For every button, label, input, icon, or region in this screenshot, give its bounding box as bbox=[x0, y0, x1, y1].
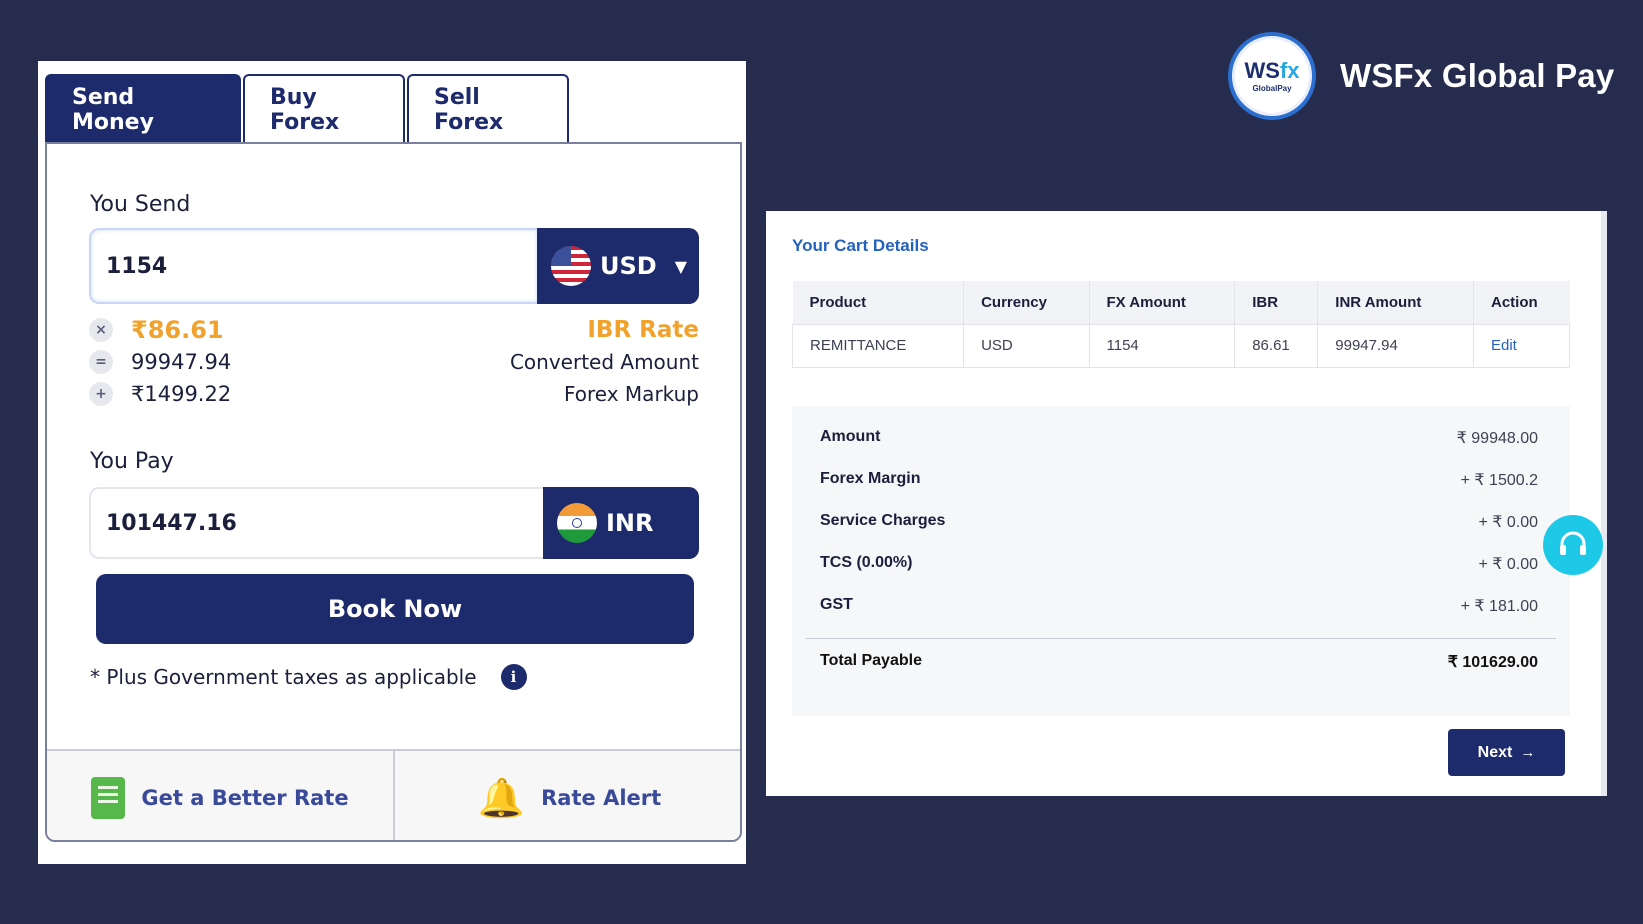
table-row: REMITTANCE USD 1154 86.61 99947.94 Edit bbox=[791, 323, 1571, 368]
logo-main-text: WS bbox=[1244, 57, 1280, 83]
converted-amount-row: = 99947.94 Converted Amount bbox=[89, 350, 699, 374]
column-header: IBR bbox=[1234, 281, 1318, 324]
headset-icon bbox=[1560, 531, 1586, 555]
rate-alert-button[interactable]: 🔔 Rate Alert bbox=[395, 751, 740, 840]
send-money-panel: You Send 1154 USD ▼ × ₹86.61 IBR Rate = … bbox=[45, 142, 742, 842]
summary-value: + ₹ 0.00 bbox=[1478, 514, 1538, 531]
summary-label: TCS (0.00%) bbox=[820, 554, 913, 571]
forex-markup-value: ₹1499.22 bbox=[131, 382, 232, 406]
pay-currency-display: INR bbox=[543, 487, 699, 559]
summary-row-total: Total Payable ₹ 101629.00 bbox=[820, 652, 1538, 672]
cell-fx-amount: 1154 bbox=[1088, 323, 1236, 368]
total-payable-value: ₹ 101629.00 bbox=[1447, 654, 1538, 671]
tab-send-money[interactable]: Send Money bbox=[45, 74, 241, 144]
india-flag-icon bbox=[557, 503, 597, 543]
tab-sell-forex[interactable]: Sell Forex bbox=[407, 74, 569, 144]
next-button[interactable]: Next → bbox=[1448, 729, 1565, 776]
converted-amount-value: 99947.94 bbox=[131, 350, 232, 374]
forex-widget: Send Money Buy Forex Sell Forex You Send… bbox=[38, 61, 746, 864]
cart-title: Your Cart Details bbox=[792, 236, 929, 255]
summary-value: + ₹ 0.00 bbox=[1478, 556, 1538, 573]
summary-row-tcs: TCS (0.00%) + ₹ 0.00 bbox=[820, 554, 1538, 574]
forex-markup-row: + ₹1499.22 Forex Markup bbox=[89, 382, 699, 406]
receipt-icon bbox=[91, 776, 126, 819]
ibr-rate-label: IBR Rate bbox=[587, 317, 699, 343]
summary-row-forex-margin: Forex Margin + ₹ 1500.2 bbox=[820, 470, 1538, 490]
book-now-button[interactable]: Book Now bbox=[96, 574, 694, 644]
cart-summary: Amount ₹ 99948.00 Forex Margin + ₹ 1500.… bbox=[792, 406, 1570, 716]
logo-sub-text: GlobalPay bbox=[1252, 83, 1292, 93]
equals-icon: = bbox=[89, 350, 113, 374]
chevron-down-icon: ▼ bbox=[674, 256, 688, 276]
summary-value: ₹ 99948.00 bbox=[1456, 430, 1538, 447]
ibr-rate-row: × ₹86.61 IBR Rate bbox=[89, 316, 699, 344]
pay-amount-input[interactable]: 101447.16 bbox=[89, 487, 543, 559]
summary-label: Forex Margin bbox=[820, 470, 921, 487]
column-header: FX Amount bbox=[1088, 281, 1235, 324]
pay-amount-row: 101447.16 INR bbox=[89, 487, 699, 559]
rate-alert-label: Rate Alert bbox=[541, 785, 662, 810]
summary-label: Amount bbox=[820, 428, 881, 445]
arrow-right-icon: → bbox=[1520, 744, 1536, 761]
column-header: INR Amount bbox=[1317, 281, 1474, 324]
plus-icon: + bbox=[89, 382, 113, 406]
cart-table: Product Currency FX Amount IBR INR Amoun… bbox=[791, 281, 1571, 368]
cell-product: REMITTANCE bbox=[791, 323, 965, 368]
summary-value: + ₹ 1500.2 bbox=[1460, 472, 1538, 489]
support-chat-button[interactable] bbox=[1543, 515, 1603, 575]
summary-divider bbox=[806, 638, 1556, 639]
widget-bottom-bar: Get a Better Rate 🔔 Rate Alert bbox=[47, 749, 740, 840]
multiply-icon: × bbox=[89, 318, 113, 342]
total-payable-label: Total Payable bbox=[820, 652, 922, 669]
cell-currency: USD bbox=[963, 323, 1090, 368]
cart-table-header: Product Currency FX Amount IBR INR Amoun… bbox=[792, 281, 1570, 324]
cell-inr-amount: 99947.94 bbox=[1317, 323, 1474, 368]
get-better-rate-button[interactable]: Get a Better Rate bbox=[47, 751, 395, 840]
info-icon[interactable]: i bbox=[500, 664, 527, 690]
you-pay-label: You Pay bbox=[90, 449, 174, 474]
us-flag-icon bbox=[551, 246, 591, 286]
send-amount-row: 1154 USD ▼ bbox=[89, 228, 699, 304]
send-currency-select[interactable]: USD ▼ bbox=[537, 228, 699, 304]
brand-logo: WSfx GlobalPay bbox=[1228, 32, 1316, 120]
tab-buy-forex[interactable]: Buy Forex bbox=[243, 74, 405, 144]
forex-markup-label: Forex Markup bbox=[563, 382, 699, 406]
cart-details-card: Your Cart Details Product Currency FX Am… bbox=[766, 211, 1607, 796]
bell-icon: 🔔 bbox=[477, 775, 526, 820]
send-amount-input[interactable]: 1154 bbox=[89, 228, 537, 304]
send-currency-code: USD bbox=[600, 252, 657, 280]
summary-row-amount: Amount ₹ 99948.00 bbox=[820, 428, 1538, 448]
pay-currency-code: INR bbox=[606, 509, 654, 537]
edit-link[interactable]: Edit bbox=[1472, 323, 1571, 368]
column-header: Currency bbox=[963, 281, 1089, 324]
next-button-label: Next bbox=[1477, 743, 1513, 761]
brand: WSfx GlobalPay WSFx Global Pay bbox=[1228, 32, 1614, 120]
brand-name: WSFx Global Pay bbox=[1340, 57, 1615, 94]
taxes-note: * Plus Government taxes as applicable i bbox=[90, 664, 527, 690]
logo-accent-text: fx bbox=[1279, 57, 1300, 83]
converted-amount-label: Converted Amount bbox=[509, 350, 699, 374]
get-better-rate-label: Get a Better Rate bbox=[141, 785, 349, 810]
summary-value: + ₹ 181.00 bbox=[1460, 598, 1538, 615]
summary-label: Service Charges bbox=[820, 512, 946, 529]
summary-row-gst: GST + ₹ 181.00 bbox=[820, 596, 1538, 616]
cell-ibr: 86.61 bbox=[1234, 323, 1319, 368]
summary-row-service-charges: Service Charges + ₹ 0.00 bbox=[820, 512, 1538, 532]
column-header: Action bbox=[1472, 281, 1570, 324]
summary-label: GST bbox=[820, 596, 853, 613]
ibr-rate-value: ₹86.61 bbox=[131, 316, 224, 344]
you-send-label: You Send bbox=[90, 192, 191, 217]
taxes-note-text: * Plus Government taxes as applicable bbox=[90, 665, 477, 689]
widget-tabs: Send Money Buy Forex Sell Forex bbox=[45, 74, 571, 144]
column-header: Product bbox=[792, 281, 964, 324]
